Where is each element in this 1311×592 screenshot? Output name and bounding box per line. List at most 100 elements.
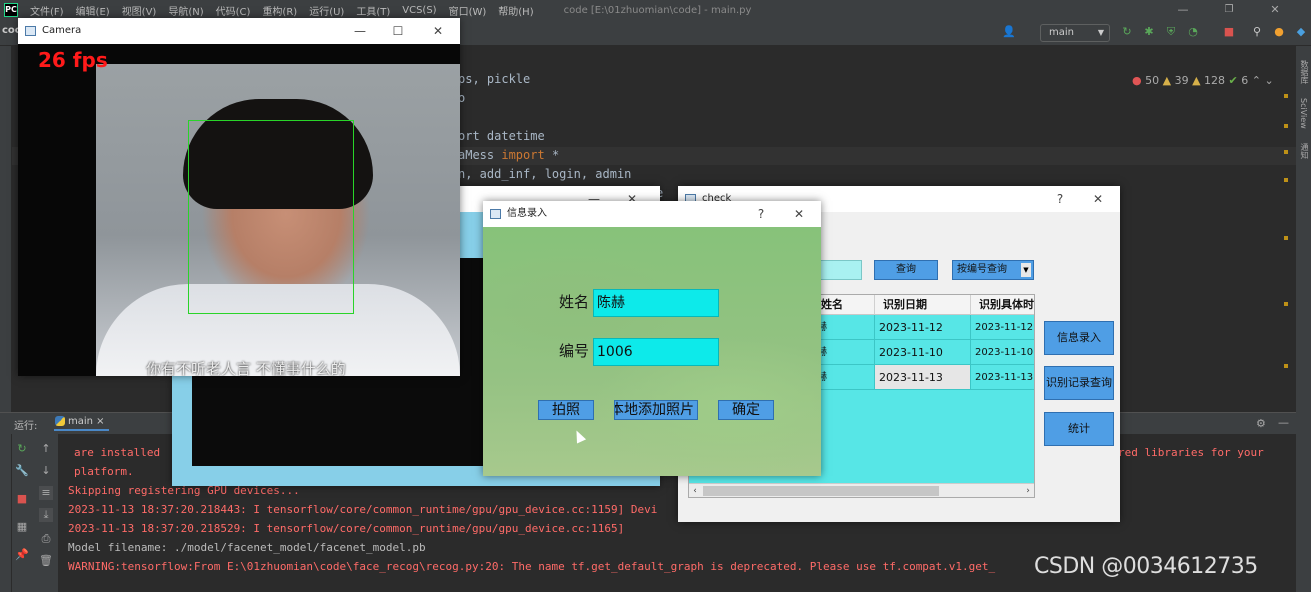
right-tab-sciview[interactable]: SciView <box>1299 98 1308 129</box>
table-cell-date[interactable]: 2023-11-10 <box>875 340 971 365</box>
scrollbar-thumb[interactable] <box>703 486 939 496</box>
table-cell-name[interactable]: 赫 <box>813 315 875 340</box>
restore-icon[interactable]: ❐ <box>1206 0 1252 20</box>
minimize-icon[interactable]: — <box>1160 0 1206 20</box>
right-tab-database[interactable]: 数据库 <box>1299 60 1310 84</box>
ide-window-title: code [E:\01zhuomian\code] - main.py <box>563 4 752 16</box>
warning-icon: ▲ <box>1162 74 1172 87</box>
menu-refactor[interactable]: 重构(R) <box>256 3 303 18</box>
menu-navigate[interactable]: 导航(N) <box>162 3 209 18</box>
table-cell-date[interactable]: 2023-11-12 <box>875 315 971 340</box>
menu-window[interactable]: 窗口(W) <box>443 3 493 18</box>
horizontal-scrollbar[interactable]: ‹ › <box>689 483 1034 497</box>
table-cell-date-selected[interactable]: 2023-11-13 <box>875 365 971 390</box>
info-entry-dialog: 信息录入 ? ✕ 姓名 陈赫 编号 1006 拍照 本地添加照片 确定 <box>483 201 821 476</box>
pin-icon[interactable]: 📌 <box>15 548 29 562</box>
gutter-warning-mark[interactable] <box>1284 94 1288 98</box>
debug-icon[interactable]: ✱ <box>1142 25 1156 39</box>
maximize-icon[interactable]: ☐ <box>384 18 412 44</box>
rerun-icon[interactable]: ↻ <box>1120 25 1134 39</box>
chevron-up-icon[interactable]: ⌃ <box>1252 74 1261 87</box>
csdn-watermark: CSDN @0034612735 <box>1034 554 1258 579</box>
console-line: are installed <box>74 446 161 459</box>
arrow-down-icon[interactable]: ↓ <box>39 464 53 478</box>
run-label: 运行: <box>14 421 38 432</box>
rerun-icon[interactable]: ↻ <box>15 442 29 456</box>
search-icon[interactable]: ⚲ <box>1250 25 1264 39</box>
take-photo-button[interactable]: 拍照 <box>538 400 594 420</box>
search-input[interactable] <box>816 260 862 280</box>
minimize-icon[interactable]: — <box>346 18 374 44</box>
coverage-icon[interactable]: ⛨ <box>1164 25 1178 39</box>
table-cell-name[interactable]: 赫 <box>813 340 875 365</box>
confirm-button[interactable]: 确定 <box>718 400 774 420</box>
print-icon[interactable]: ⎙ <box>39 532 53 546</box>
table-cell-time[interactable]: 2023-11-13 <box>971 365 1034 390</box>
menu-edit[interactable]: 编辑(E) <box>70 3 116 18</box>
scroll-end-icon[interactable]: ⤓ <box>39 508 53 522</box>
info-entry-button[interactable]: 信息录入 <box>1044 321 1114 355</box>
gutter-warning-mark[interactable] <box>1284 178 1288 182</box>
column-header-time[interactable]: 识别具体时 <box>971 295 1034 315</box>
column-header-date[interactable]: 识别日期 <box>875 295 971 315</box>
close-icon[interactable]: ✕ <box>1084 186 1112 212</box>
menu-vcs[interactable]: VCS(S) <box>396 5 442 16</box>
menu-view[interactable]: 视图(V) <box>116 3 163 18</box>
table-cell-name[interactable]: 赫 <box>813 365 875 390</box>
soft-wrap-icon[interactable]: ≡ <box>39 486 53 500</box>
fps-counter: 26 fps <box>38 48 108 72</box>
gutter-warning-mark[interactable] <box>1284 150 1288 154</box>
gutter-warning-mark[interactable] <box>1284 302 1288 306</box>
menu-code[interactable]: 代码(C) <box>210 3 257 18</box>
inspection-widget[interactable]: ● 50 ▲ 39 ▲ 128 ✔ 6 ⌃ ⌄ <box>1132 74 1274 87</box>
chevron-down-icon[interactable]: ⌄ <box>1264 74 1273 87</box>
add-local-photo-button[interactable]: 本地添加照片 <box>614 400 698 420</box>
table-cell-time[interactable]: 2023-11-10 <box>971 340 1034 365</box>
gutter-warning-mark[interactable] <box>1284 236 1288 240</box>
update-icon[interactable]: ● <box>1272 25 1286 39</box>
right-tab-notifications[interactable]: 通知 <box>1299 143 1310 159</box>
menu-run[interactable]: 运行(U) <box>303 3 350 18</box>
arrow-up-icon[interactable]: ↑ <box>39 442 53 456</box>
run-tab-main[interactable]: main × <box>54 416 109 431</box>
left-tool-strip <box>0 46 12 592</box>
query-button[interactable]: 查询 <box>874 260 938 280</box>
hide-icon[interactable]: — <box>1278 416 1289 429</box>
console-line: 2023-11-13 18:37:20.218443: I tensorflow… <box>68 503 658 516</box>
console-line: platform. <box>74 465 134 478</box>
code-line: n, add_inf, login, admin <box>458 167 632 181</box>
statistics-button[interactable]: 统计 <box>1044 412 1114 446</box>
query-mode-select[interactable]: 按编号查询 ▼ <box>952 260 1034 280</box>
close-icon[interactable]: ✕ <box>1252 0 1298 20</box>
trash-icon[interactable]: 🗑 <box>39 554 53 568</box>
help-icon[interactable]: ? <box>1046 186 1074 212</box>
menu-tools[interactable]: 工具(T) <box>350 3 396 18</box>
chevron-down-icon: ▼ <box>1021 263 1031 277</box>
column-header-name[interactable]: 姓名 <box>813 295 875 315</box>
close-icon[interactable]: ✕ <box>424 18 452 44</box>
branch-selector[interactable]: main ▼ <box>1040 24 1110 42</box>
close-icon[interactable]: ✕ <box>785 201 813 227</box>
ide-menu-bar: PC 文件(F) 编辑(E) 视图(V) 导航(N) 代码(C) 重构(R) 运… <box>0 0 1311 20</box>
layout-icon[interactable]: ▦ <box>15 520 29 534</box>
record-query-button[interactable]: 识别记录查询 <box>1044 366 1114 400</box>
table-cell-time[interactable]: 2023-11-12 <box>971 315 1034 340</box>
scroll-right-icon[interactable]: › <box>1022 484 1034 497</box>
name-input[interactable]: 陈赫 <box>593 289 719 317</box>
menu-help[interactable]: 帮助(H) <box>492 3 539 18</box>
plugin-icon[interactable]: ◆ <box>1294 25 1308 39</box>
user-icon[interactable]: 👤 <box>1002 25 1016 39</box>
menu-file[interactable]: 文件(F) <box>24 3 70 18</box>
gear-icon[interactable]: ⚙ <box>1256 417 1266 430</box>
video-subtitle: 你有不听老人言 不懂事什么的 <box>146 360 346 376</box>
help-icon[interactable]: ? <box>747 201 775 227</box>
id-input[interactable]: 1006 <box>593 338 719 366</box>
gutter-warning-mark[interactable] <box>1284 364 1288 368</box>
profile-icon[interactable]: ◔ <box>1186 25 1200 39</box>
gutter-warning-mark[interactable] <box>1284 124 1288 128</box>
stop-icon[interactable]: ■ <box>15 492 29 506</box>
scroll-left-icon[interactable]: ‹ <box>689 484 701 497</box>
stop-icon[interactable]: ■ <box>1222 25 1236 39</box>
weak-count: 128 <box>1204 74 1226 87</box>
wrench-icon[interactable]: 🔧 <box>15 464 29 478</box>
